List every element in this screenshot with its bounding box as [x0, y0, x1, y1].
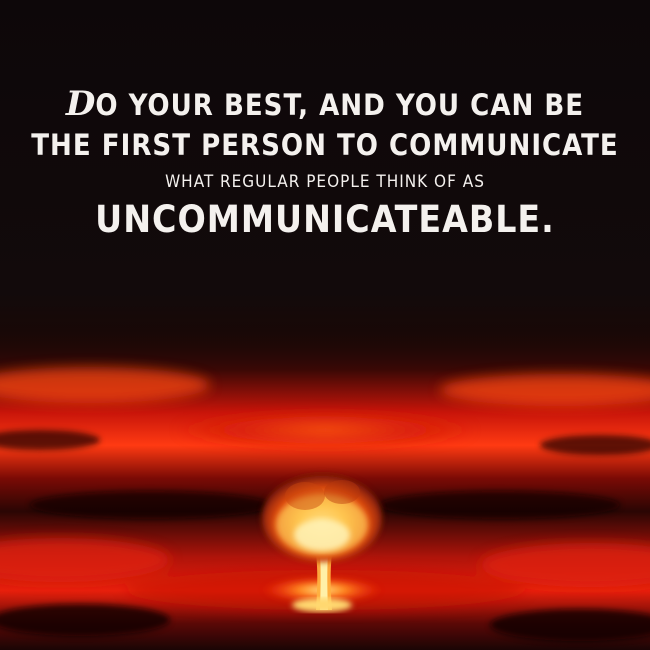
quote-line-2: the first person to communicate: [31, 128, 619, 162]
nuclear-mushroom-cloud-illustration: [0, 320, 650, 650]
mushroom-cloud: [262, 474, 382, 612]
quote-drop-cap: D: [65, 84, 96, 124]
quote-line-1: Do your best, and you can be: [0, 84, 650, 125]
quote-line-1-text: o your best, and you can be: [95, 88, 585, 122]
quote-line-3: what regular people think of as: [165, 172, 485, 192]
quote-line-4: uncommunicateable.: [95, 198, 555, 241]
quote-poster: Do your best, and you can be the first p…: [0, 0, 650, 650]
quote-text: Do your best, and you can be the first p…: [0, 84, 650, 243]
